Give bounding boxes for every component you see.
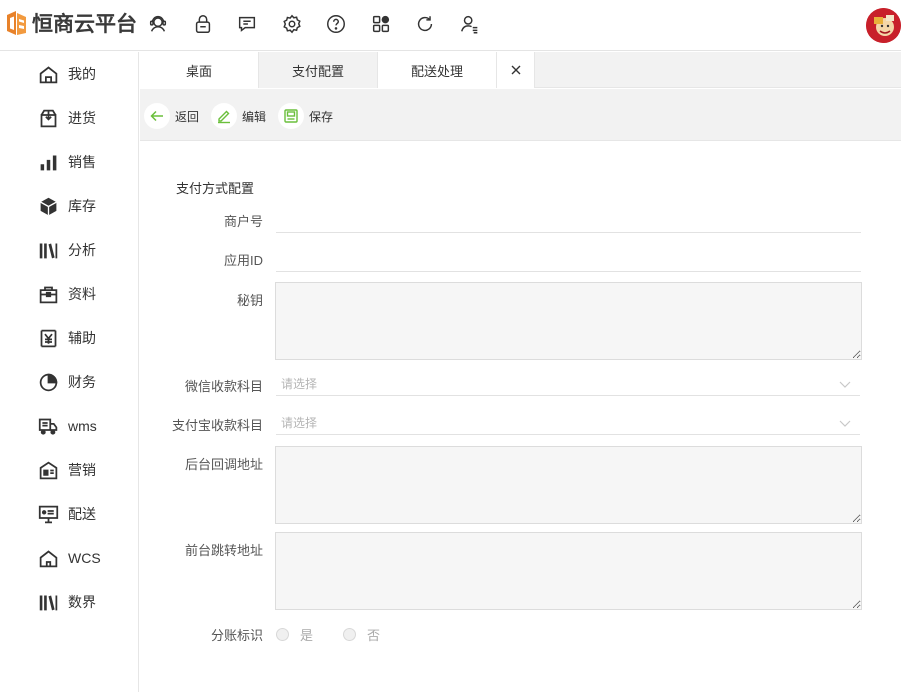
sidebar-item-inventory[interactable]: 库存 bbox=[0, 184, 139, 228]
bar-chart-icon bbox=[37, 151, 59, 173]
split-yes-radio[interactable]: 是 bbox=[276, 625, 313, 644]
sidebar-item-label: 销售 bbox=[68, 154, 96, 170]
save-button[interactable]: 保存 bbox=[278, 103, 333, 129]
sidebar-item-label: wms bbox=[68, 418, 97, 434]
sidebar-item-delivery[interactable]: 配送 bbox=[0, 492, 139, 536]
toolbar: 返回 编辑 保存 bbox=[140, 89, 901, 141]
tab-payment-config[interactable]: 支付配置 bbox=[259, 52, 378, 88]
books-icon bbox=[37, 239, 59, 261]
books-icon bbox=[37, 591, 59, 613]
split-no-radio[interactable]: 否 bbox=[343, 625, 380, 644]
monitor-icon bbox=[37, 503, 59, 525]
lock-icon[interactable] bbox=[191, 12, 215, 36]
chevron-down-icon bbox=[839, 420, 851, 427]
apps-grid-icon[interactable] bbox=[369, 12, 393, 36]
user-headset-icon[interactable] bbox=[146, 12, 170, 36]
gear-icon[interactable] bbox=[280, 12, 304, 36]
select-placeholder: 请选择 bbox=[281, 377, 318, 391]
sidebar-item-label: 我的 bbox=[68, 66, 96, 82]
redirect-url-textarea[interactable] bbox=[275, 532, 862, 610]
sidebar-item-label: 分析 bbox=[68, 242, 96, 258]
briefcase-icon bbox=[37, 283, 59, 305]
edit-label: 编辑 bbox=[242, 109, 267, 124]
message-icon[interactable] bbox=[235, 12, 259, 36]
yen-doc-icon bbox=[37, 327, 59, 349]
sidebar-item-label: 财务 bbox=[68, 374, 96, 390]
avatar[interactable] bbox=[866, 8, 901, 43]
callback-url-textarea[interactable] bbox=[275, 446, 862, 524]
home-icon bbox=[37, 63, 59, 85]
sidebar-item-label: WCS bbox=[68, 550, 101, 566]
sidebar-item-analysis[interactable]: 分析 bbox=[0, 228, 139, 272]
edit-button[interactable]: 编辑 bbox=[211, 103, 266, 129]
alipay-account-select[interactable]: 请选择 bbox=[276, 411, 860, 435]
back-button[interactable]: 返回 bbox=[144, 103, 199, 129]
sidebar-item-marketing[interactable]: 营销 bbox=[0, 448, 139, 492]
sidebar-item-label: 资料 bbox=[68, 286, 96, 302]
split-yes-label: 是 bbox=[300, 628, 314, 643]
redirect-url-label: 前台跳转地址 bbox=[184, 543, 263, 558]
sidebar-item-label: 辅助 bbox=[68, 330, 96, 346]
top-header: 恒商云平台 bbox=[0, 0, 901, 51]
pie-chart-icon bbox=[37, 371, 59, 393]
sidebar-item-wms[interactable]: wms bbox=[0, 404, 139, 448]
secret-label: 秘钥 bbox=[236, 293, 263, 308]
tab-bar: 桌面 支付配置 配送处理 bbox=[140, 52, 901, 88]
sidebar-item-purchase[interactable]: 进货 bbox=[0, 96, 139, 140]
app-id-input[interactable] bbox=[276, 248, 861, 272]
payment-config-form: 支付方式配置 商户号 应用ID 秘钥 微信收款科目 请选择 支付宝收款科目 请选… bbox=[140, 142, 901, 692]
sidebar-item-label: 数界 bbox=[68, 594, 96, 610]
sidebar-item-label: 配送 bbox=[68, 506, 96, 522]
store-icon bbox=[37, 459, 59, 481]
select-placeholder: 请选择 bbox=[281, 416, 318, 430]
save-label: 保存 bbox=[309, 109, 334, 124]
pencil-icon bbox=[218, 110, 230, 124]
user-settings-icon[interactable] bbox=[458, 12, 482, 36]
sidebar: 我的 进货 销售 库存 分析 资料 辅助 财务 wms 营销 配送 WCS 数界 bbox=[0, 52, 139, 692]
sidebar-item-label: 库存 bbox=[68, 198, 96, 214]
app-logo[interactable]: 恒商云平台 bbox=[4, 8, 137, 38]
radio-circle bbox=[343, 628, 356, 641]
sidebar-item-data[interactable]: 数界 bbox=[0, 580, 139, 624]
tab-desktop[interactable]: 桌面 bbox=[140, 52, 259, 88]
help-icon[interactable] bbox=[324, 12, 348, 36]
box-icon bbox=[37, 195, 59, 217]
refresh-icon[interactable] bbox=[413, 12, 437, 36]
tab-delivery-processing[interactable]: 配送处理 bbox=[378, 52, 497, 88]
split-no-label: 否 bbox=[367, 628, 381, 643]
back-label: 返回 bbox=[175, 109, 200, 124]
secret-textarea[interactable] bbox=[275, 282, 862, 360]
radio-circle bbox=[276, 628, 289, 641]
split-flag-label: 分账标识 bbox=[210, 628, 263, 643]
chevron-down-icon bbox=[839, 381, 851, 388]
alipay-account-label: 支付宝收款科目 bbox=[171, 418, 263, 433]
app-id-label: 应用ID bbox=[223, 253, 263, 268]
truck-icon bbox=[37, 415, 59, 437]
sidebar-item-my[interactable]: 我的 bbox=[0, 52, 139, 96]
callback-url-label: 后台回调地址 bbox=[184, 457, 263, 472]
logo-mark-icon bbox=[7, 11, 26, 35]
sidebar-item-label: 营销 bbox=[68, 462, 96, 478]
sidebar-item-label: 进货 bbox=[68, 110, 96, 126]
house-icon bbox=[37, 547, 59, 569]
close-tab-button[interactable] bbox=[497, 52, 535, 88]
section-title: 支付方式配置 bbox=[176, 181, 255, 196]
sidebar-item-sales[interactable]: 销售 bbox=[0, 140, 139, 184]
save-icon bbox=[284, 109, 298, 123]
logo-text: 恒商云平台 bbox=[32, 12, 137, 36]
merchant-no-label: 商户号 bbox=[223, 214, 263, 229]
merchant-no-input[interactable] bbox=[276, 209, 861, 233]
sidebar-item-wcs[interactable]: WCS bbox=[0, 536, 139, 580]
package-in-icon bbox=[37, 107, 59, 129]
wechat-account-label: 微信收款科目 bbox=[184, 379, 263, 394]
arrow-left-icon bbox=[150, 110, 163, 122]
sidebar-item-materials[interactable]: 资料 bbox=[0, 272, 139, 316]
wechat-account-select[interactable]: 请选择 bbox=[276, 372, 860, 396]
sidebar-item-finance[interactable]: 财务 bbox=[0, 360, 139, 404]
close-icon bbox=[511, 65, 520, 75]
sidebar-item-auxiliary[interactable]: 辅助 bbox=[0, 316, 139, 360]
